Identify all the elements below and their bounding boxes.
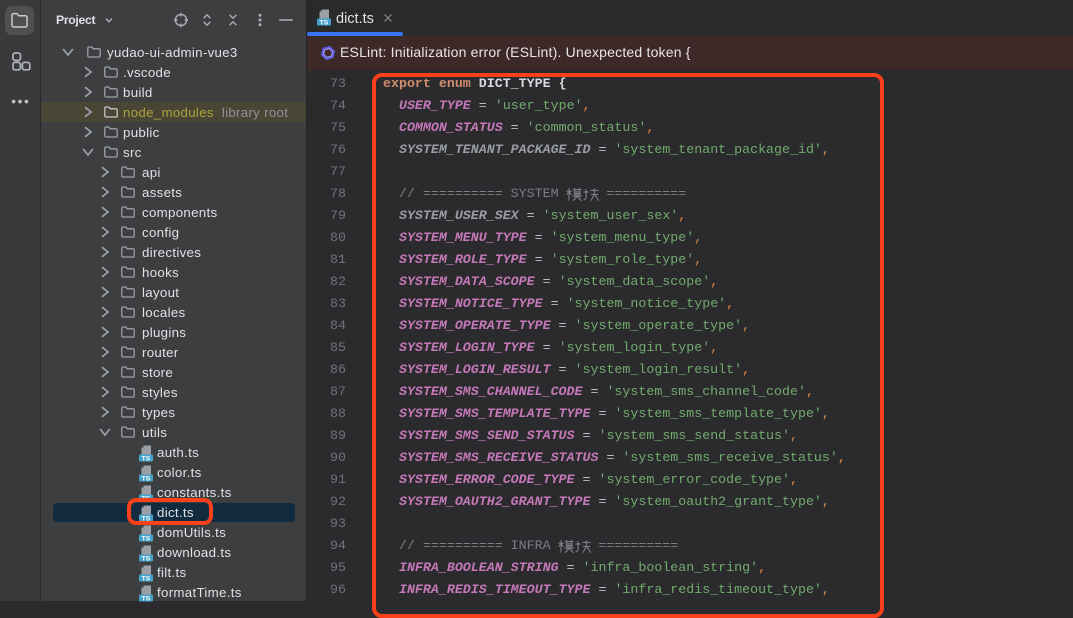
svg-text:TS: TS [142, 475, 151, 481]
svg-text:TS: TS [142, 555, 151, 561]
svg-text:TS: TS [142, 575, 151, 581]
svg-text:TS: TS [320, 20, 329, 26]
svg-text:TS: TS [142, 535, 151, 541]
svg-text:TS: TS [142, 455, 151, 461]
